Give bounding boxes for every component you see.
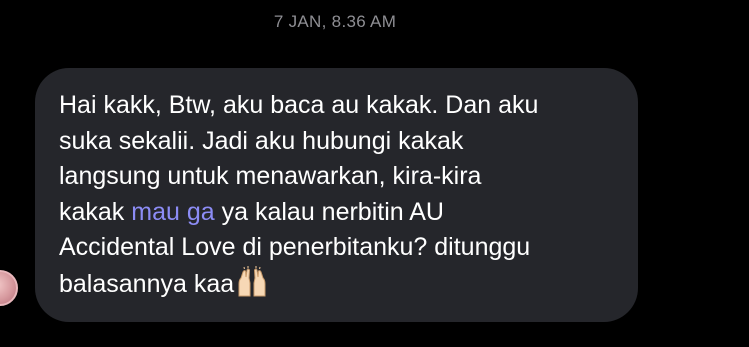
message-line: langsung untuk menawarkan, kira-kira (59, 162, 482, 190)
message-line-text: balasannya kaa (59, 269, 235, 298)
message-line: suka sekalii. Jadi aku hubungi kakak (59, 126, 464, 155)
message-timestamp: 7 JAN, 8.36 AM (273, 12, 397, 31)
raising-hands-emoji-icon (235, 265, 269, 309)
message-line: Hai kakk, Btw, aku baca au kakak. Dan ak… (59, 91, 539, 119)
message-text: Hai kakk, Btw, aku baca au kakak. Dan ak… (59, 88, 614, 308)
sender-avatar[interactable] (0, 270, 18, 306)
message-line-text: ya kalau nerbitin AU (214, 197, 444, 226)
message-line-text: kakak (59, 197, 132, 226)
message-bubble[interactable]: Hai kakk, Btw, aku baca au kakak. Dan ak… (35, 68, 638, 322)
message-line: balasannya kaa (59, 265, 614, 309)
message-line: Accidental Love di penerbitanku? ditungg… (59, 233, 531, 261)
message-line: kakak mau ga ya kalau nerbitin AU (59, 195, 614, 231)
message-link[interactable]: mau ga (131, 198, 214, 226)
